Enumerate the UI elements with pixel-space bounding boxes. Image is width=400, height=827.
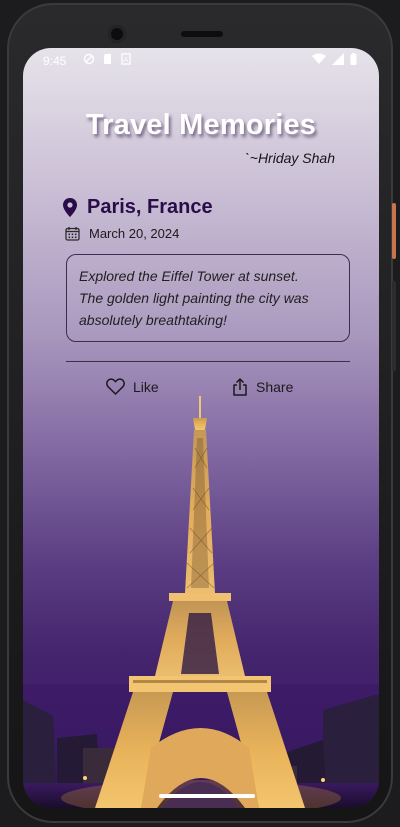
location-name: Paris, France — [87, 196, 213, 218]
heart-outline-icon — [106, 378, 125, 395]
memory-date: March 20, 2024 — [89, 226, 180, 241]
like-button[interactable]: Like — [106, 378, 159, 395]
signal-icon — [332, 53, 344, 65]
location-pin-icon — [63, 198, 77, 217]
svg-text:A: A — [124, 56, 129, 64]
volume-button — [392, 281, 396, 371]
home-indicator[interactable] — [159, 794, 255, 798]
app-screen: 9:45 A Travel Memories `~Hriday Shah Par… — [23, 48, 379, 808]
date-row: March 20, 2024 — [65, 226, 179, 241]
memory-note-line: absolutely breathtaking! — [79, 312, 227, 328]
sd-card-icon — [104, 54, 111, 64]
phone-frame: 9:45 A Travel Memories `~Hriday Shah Par… — [7, 3, 396, 823]
wifi-icon — [312, 53, 326, 64]
location-row: Paris, France — [63, 196, 213, 219]
battery-icon — [350, 53, 357, 65]
memory-note-line: Explored the Eiffel Tower at sunset. — [79, 268, 299, 284]
status-bar: 9:45 A — [23, 48, 379, 74]
power-button — [392, 203, 396, 259]
status-system-icons — [312, 53, 357, 65]
memory-note-card: Explored the Eiffel Tower at sunset. The… — [66, 254, 350, 342]
top-bezel — [7, 3, 393, 49]
status-notification-icons: A — [83, 53, 131, 65]
divider — [66, 361, 350, 362]
front-camera — [108, 25, 126, 43]
dnd-icon — [83, 53, 95, 65]
share-label: Share — [256, 379, 294, 395]
status-time: 9:45 — [43, 54, 67, 68]
like-label: Like — [133, 378, 159, 395]
page-title: Travel Memories — [85, 109, 317, 141]
earpiece-speaker — [181, 31, 223, 37]
share-icon — [233, 378, 247, 396]
author-signature: `~Hriday Shah — [245, 150, 335, 166]
notification-a-icon: A — [121, 53, 131, 65]
share-button[interactable]: Share — [232, 378, 293, 396]
memory-note-line: The golden light painting the city was — [79, 290, 309, 306]
calendar-icon — [65, 227, 80, 241]
